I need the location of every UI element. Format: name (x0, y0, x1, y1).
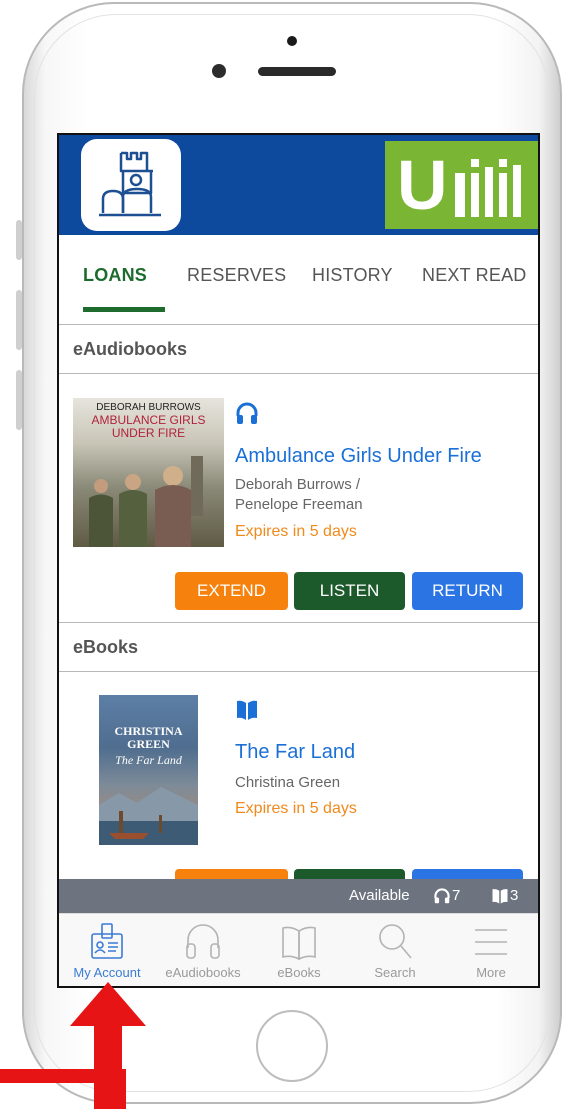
book-icon (492, 889, 508, 904)
loan-expiry: Expires in 5 days (235, 800, 357, 817)
app-header: U (59, 135, 538, 235)
book-title-link[interactable]: Ambulance Girls Under Fire (235, 445, 482, 468)
section-title: eAudiobooks (73, 339, 188, 359)
nav-eaudiobooks[interactable]: eAudiobooks (155, 914, 251, 986)
annotation-arrow-head (70, 982, 146, 1026)
earpiece-speaker (258, 67, 336, 76)
volume-up-button (16, 290, 22, 350)
book-authors: Deborah Burrows / Penelope Freeman (235, 476, 363, 513)
available-ebooks-count: 3 (510, 887, 519, 904)
open-book-icon (282, 926, 316, 961)
book-title-link[interactable]: The Far Land (235, 741, 355, 764)
nav-label: Search (374, 965, 416, 980)
cover-author: DEBORAH BURROWS (96, 402, 201, 413)
annotation-arrow-line (0, 1069, 98, 1083)
section-header-ebooks: eBooks (59, 622, 538, 672)
account-card-icon (91, 923, 123, 959)
headphones-icon (186, 924, 220, 959)
tab-loans[interactable]: LOANS (83, 265, 147, 286)
book-authors: Christina Green (235, 774, 341, 791)
availability-bar: Available 7 3 (59, 879, 538, 913)
book-icon (237, 700, 257, 720)
book-cover[interactable]: CHRISTINA GREEN The Far Land (99, 695, 198, 845)
listen-button[interactable]: LISTEN (294, 572, 405, 610)
nav-label: My Account (73, 965, 141, 980)
menu-icon (475, 929, 507, 955)
brand-logo: U (385, 141, 538, 229)
tab-next-read[interactable]: NEXT READ (422, 265, 527, 286)
loans-tab-bar: LOANS RESERVES HISTORY NEXT READ (59, 235, 538, 323)
cover-illustration (89, 456, 203, 547)
book-cover[interactable]: DEBORAH BURROWS AMBULANCE GIRLS UNDER FI… (73, 398, 224, 547)
tab-reserves[interactable]: RESERVES (187, 265, 286, 286)
cover-illustration (99, 787, 198, 845)
active-tab-indicator (83, 307, 165, 312)
nav-more[interactable]: More (443, 914, 538, 986)
tab-history[interactable]: HISTORY (312, 265, 393, 286)
extend-button[interactable]: EXTEND (175, 572, 288, 610)
return-button[interactable]: RETURN (412, 572, 523, 610)
volume-down-button (16, 370, 22, 430)
loan-expiry: Expires in 5 days (235, 523, 357, 540)
headphones-icon (434, 888, 450, 904)
available-audiobooks-count: 7 (452, 887, 461, 904)
castle-icon (99, 151, 161, 217)
nav-label: More (476, 965, 506, 980)
section-title: eBooks (73, 637, 139, 657)
proximity-sensor (287, 36, 297, 46)
mute-switch (16, 220, 22, 260)
nav-label: eBooks (277, 965, 321, 980)
nav-ebooks[interactable]: eBooks (251, 914, 347, 986)
headphones-icon (236, 402, 258, 424)
library-logo (81, 139, 181, 231)
bottom-tab-bar: My Account eAudiobooks eBooks Search Mor… (59, 913, 538, 986)
app-screen: U LOANS RESERVES HISTORY NEXT READ eAudi… (57, 133, 540, 988)
availability-label: Available (349, 887, 410, 904)
cover-title: AMBULANCE GIRLS UNDER FIRE (91, 413, 206, 440)
home-button[interactable] (256, 1010, 328, 1082)
annotation-arrow-corner (118, 1069, 126, 1109)
brand-letter-u: U (397, 146, 448, 224)
front-camera (212, 64, 226, 78)
search-icon (379, 924, 412, 959)
nav-search[interactable]: Search (347, 914, 443, 986)
section-header-eaudiobooks: eAudiobooks (59, 324, 538, 374)
cover-title: The Far Land (115, 753, 182, 767)
nav-my-account[interactable]: My Account (59, 914, 155, 986)
brand-bars-icon (455, 159, 521, 217)
nav-label: eAudiobooks (165, 965, 241, 980)
cover-author: CHRISTINA GREEN (114, 724, 183, 751)
